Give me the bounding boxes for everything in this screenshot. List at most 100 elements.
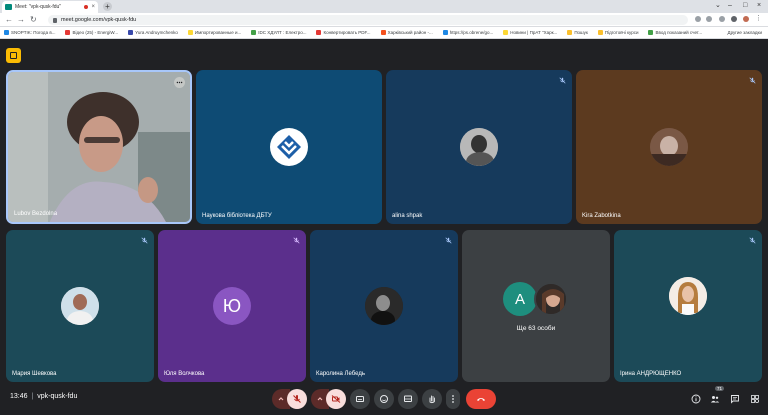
- bookmark-favicon-icon: [4, 30, 9, 35]
- chat-icon: [731, 395, 739, 404]
- raise-hand-button[interactable]: [422, 389, 442, 409]
- others-count-label: Ще 63 особи: [516, 325, 556, 332]
- bookmarks-bar: SNOPTIK: Погода в... Відео (25) - EnergiW…: [0, 27, 768, 39]
- browser-tab-meet[interactable]: Meet: "vpk-qusk-fdu" ×: [2, 1, 98, 13]
- participant-avatar: [534, 282, 568, 316]
- browser-toolbar: ← → ↻ meet.google.com/vpk-qusk-fdu ⋮: [0, 13, 768, 27]
- bookmark-item[interactable]: Новини | ПрАТ "Харк...: [503, 30, 557, 35]
- participant-tile[interactable]: alina shpak: [386, 70, 572, 224]
- microphone-toggle-button[interactable]: [287, 389, 307, 409]
- more-options-button[interactable]: [446, 389, 460, 409]
- forward-arrow-icon[interactable]: →: [17, 15, 25, 25]
- bookmark-favicon-icon: [316, 30, 322, 35]
- extensions-puzzle-icon[interactable]: [719, 16, 725, 22]
- bookmark-item[interactable]: https://ps.obrene/go...: [442, 30, 494, 35]
- bookmark-item[interactable]: Пошук: [567, 30, 588, 35]
- bookmark-label: Харківський район -...: [387, 30, 433, 35]
- people-button[interactable]: [709, 393, 721, 405]
- other-bookmarks-label: Другие закладки: [727, 30, 762, 35]
- bookmark-item[interactable]: IDC ХДУЛТ : Електро...: [251, 30, 306, 35]
- minimize-icon[interactable]: –: [728, 1, 732, 11]
- tab-title: Meet: "vpk-qusk-fdu": [15, 4, 62, 10]
- side-panel-icon[interactable]: [731, 16, 737, 22]
- bookmark-label: Конвертировать PDF...: [323, 30, 371, 35]
- chat-button[interactable]: [729, 393, 741, 405]
- back-arrow-icon[interactable]: ←: [5, 15, 13, 25]
- bookmark-label: Импортированные и...: [194, 30, 242, 35]
- bookmark-label: https://ps.obrene/go...: [449, 30, 494, 35]
- bookmark-item[interactable]: Импортированные и...: [187, 30, 242, 35]
- camera-indicator-icon[interactable]: [668, 16, 674, 22]
- mic-off-icon: [293, 395, 301, 403]
- reload-icon[interactable]: ↻: [30, 15, 37, 25]
- bookmark-favicon-icon: [442, 30, 448, 35]
- participant-name: Kira Zabotkina: [582, 213, 621, 219]
- new-tab-button[interactable]: +: [103, 2, 112, 11]
- camera-feed-image: [8, 72, 190, 222]
- bookmark-favicon-icon: [597, 30, 603, 35]
- url-text: meet.google.com/vpk-qusk-fdu: [61, 17, 137, 23]
- participant-avatar: [61, 287, 99, 325]
- bookmark-item[interactable]: Підготовчі курси: [597, 30, 638, 35]
- bookmark-item[interactable]: SNOPTIK: Погода в...: [4, 30, 55, 35]
- participant-tile[interactable]: Наукова бібліотека ДБТУ: [196, 70, 382, 224]
- participant-tile[interactable]: Каролина Лебедь: [310, 230, 458, 382]
- tab-search-icon[interactable]: ⌄: [715, 1, 721, 11]
- more-options-icon[interactable]: [174, 77, 185, 88]
- participant-avatar: [650, 128, 688, 166]
- bookmark-favicon-icon: [503, 30, 509, 35]
- participant-tile[interactable]: Lubov Bezdolna: [6, 70, 192, 224]
- meeting-details-button[interactable]: [690, 393, 702, 405]
- meeting-controls-bar: 13:46 | vpk-qusk-fdu 71: [0, 380, 768, 415]
- mic-off-icon: [139, 235, 149, 245]
- bookmark-item[interactable]: Ввод показаний счет...: [648, 30, 702, 35]
- participant-name: Наукова бібліотека ДБТУ: [202, 213, 272, 219]
- close-tab-icon[interactable]: ×: [91, 4, 95, 10]
- mic-off-icon: [557, 75, 567, 85]
- bookmark-item[interactable]: Yura Andruymchenko: [128, 30, 178, 35]
- meet-favicon-icon: [5, 4, 12, 10]
- participant-avatar: [365, 287, 403, 325]
- other-bookmarks[interactable]: Другие закладки: [728, 30, 762, 35]
- library-logo-avatar: [270, 128, 308, 166]
- lock-icon: [53, 17, 57, 23]
- browser-tab-strip: Meet: "vpk-qusk-fdu" × + ⌄ – □ ×: [0, 0, 768, 13]
- participant-tile[interactable]: Мария Шевкова: [6, 230, 154, 382]
- participant-initial-avatar: A: [503, 282, 537, 316]
- address-bar[interactable]: meet.google.com/vpk-qusk-fdu: [48, 15, 688, 25]
- mic-off-icon: [747, 75, 757, 85]
- bookmark-item[interactable]: Харківський район -...: [380, 30, 433, 35]
- close-window-icon[interactable]: ×: [757, 1, 761, 11]
- reactions-button[interactable]: [374, 389, 394, 409]
- mic-off-icon: [291, 235, 301, 245]
- mic-off-icon: [443, 235, 453, 245]
- info-icon: [691, 394, 701, 404]
- participant-tile[interactable]: Ю Юля Волчкова: [158, 230, 306, 382]
- more-menu-icon[interactable]: ⋮: [755, 15, 762, 22]
- bookmark-item[interactable]: Конвертировать PDF...: [316, 30, 371, 35]
- maximize-icon[interactable]: □: [743, 1, 747, 11]
- bookmark-label: Відео (25) - EnergiW...: [72, 30, 119, 35]
- present-button[interactable]: [398, 389, 418, 409]
- participant-name: Ірина АНДРЮЩЕНКО: [620, 371, 682, 377]
- participant-tile[interactable]: Ірина АНДРЮЩЕНКО: [614, 230, 762, 382]
- activities-icon: [751, 395, 760, 404]
- others-tile[interactable]: A Ще 63 особи: [462, 230, 610, 382]
- camera-toggle-button[interactable]: [326, 389, 346, 409]
- captions-button[interactable]: [350, 389, 370, 409]
- profile-avatar[interactable]: [743, 16, 749, 22]
- bookmark-item[interactable]: Відео (25) - EnergiW...: [65, 30, 118, 35]
- bookmark-favicon-icon: [648, 30, 654, 35]
- meeting-clock: 13:46 | vpk-qusk-fdu: [10, 393, 77, 400]
- share-icon[interactable]: [695, 16, 701, 22]
- participant-name: Lubov Bezdolna: [14, 211, 58, 217]
- meet-info-icon[interactable]: [6, 48, 21, 63]
- bookmark-star-icon[interactable]: [706, 16, 712, 22]
- activities-button[interactable]: [749, 393, 761, 405]
- participant-avatar: [460, 128, 498, 166]
- participant-tile[interactable]: Kira Zabotkina: [576, 70, 762, 224]
- clock-time: 13:46: [10, 393, 28, 400]
- bookmark-favicon-icon: [567, 30, 573, 35]
- bookmark-label: Пошук: [574, 30, 588, 35]
- leave-call-button[interactable]: [466, 389, 496, 409]
